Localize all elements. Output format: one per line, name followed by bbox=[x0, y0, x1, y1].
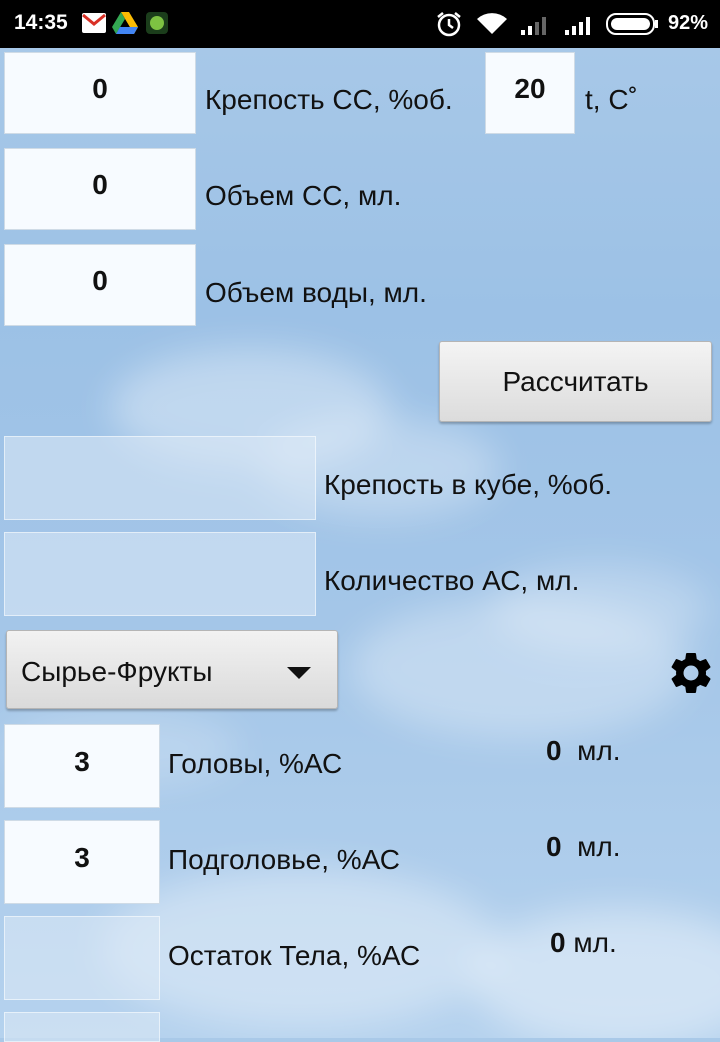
dropdown-arrow-icon bbox=[287, 667, 311, 679]
volume-input[interactable]: 0 bbox=[4, 148, 196, 230]
pre-heads-result-unit: мл. bbox=[577, 831, 621, 862]
pre-heads-label: Подголовье, %АС bbox=[168, 844, 400, 875]
wifi-icon bbox=[477, 13, 507, 34]
raw-material-dropdown[interactable]: Сырье-Фрукты bbox=[6, 630, 338, 709]
app-icon bbox=[146, 12, 168, 34]
water-volume-label: Объем воды, мл. bbox=[205, 277, 427, 308]
battery-percent: 92% bbox=[667, 12, 708, 34]
volume-label: Объем СС, мл. bbox=[205, 180, 402, 211]
status-time: 14:35 bbox=[14, 11, 68, 34]
heads-result: 0 мл. bbox=[546, 735, 621, 767]
heads-percent-input[interactable]: 3 bbox=[4, 724, 160, 808]
battery-icon bbox=[606, 13, 658, 35]
strength-input[interactable]: 0 bbox=[4, 52, 196, 134]
gear-icon[interactable] bbox=[666, 648, 716, 698]
drive-icon bbox=[112, 12, 138, 34]
pre-heads-percent-input[interactable]: 3 bbox=[4, 820, 160, 904]
alarm-icon bbox=[437, 12, 461, 37]
temperature-input[interactable]: 20 bbox=[485, 52, 575, 134]
strength-label: Крепость СС, %об. bbox=[205, 84, 453, 115]
body-remainder-result-unit: мл. bbox=[573, 927, 617, 958]
status-bar: 14:35 92% bbox=[0, 0, 720, 48]
body-remainder-result-value: 0 bbox=[550, 927, 566, 958]
calculate-button-label: Рассчитать bbox=[502, 365, 649, 397]
body-remainder-label: Остаток Тела, %АС bbox=[168, 940, 421, 971]
heads-label: Головы, %АС bbox=[168, 748, 343, 779]
calculate-button[interactable]: Рассчитать bbox=[439, 341, 712, 422]
cube-strength-output bbox=[4, 436, 316, 520]
as-amount-label: Количество АС, мл. bbox=[324, 565, 580, 596]
water-volume-input[interactable]: 0 bbox=[4, 244, 196, 326]
signal-icon bbox=[521, 17, 546, 35]
body-remainder-input[interactable] bbox=[4, 916, 160, 1000]
heads-result-unit: мл. bbox=[577, 735, 621, 766]
signal-icon-2 bbox=[565, 17, 590, 35]
temperature-label: t, C˚ bbox=[585, 84, 638, 115]
raw-material-selected: Сырье-Фрукты bbox=[21, 656, 213, 687]
pre-heads-result: 0 мл. bbox=[546, 831, 621, 863]
heads-result-value: 0 bbox=[546, 735, 562, 766]
as-amount-output bbox=[4, 532, 316, 616]
gmail-icon bbox=[82, 13, 106, 33]
body-remainder-result: 0 мл. bbox=[550, 927, 617, 959]
cube-strength-label: Крепость в кубе, %об. bbox=[324, 469, 613, 500]
pre-heads-result-value: 0 bbox=[546, 831, 562, 862]
